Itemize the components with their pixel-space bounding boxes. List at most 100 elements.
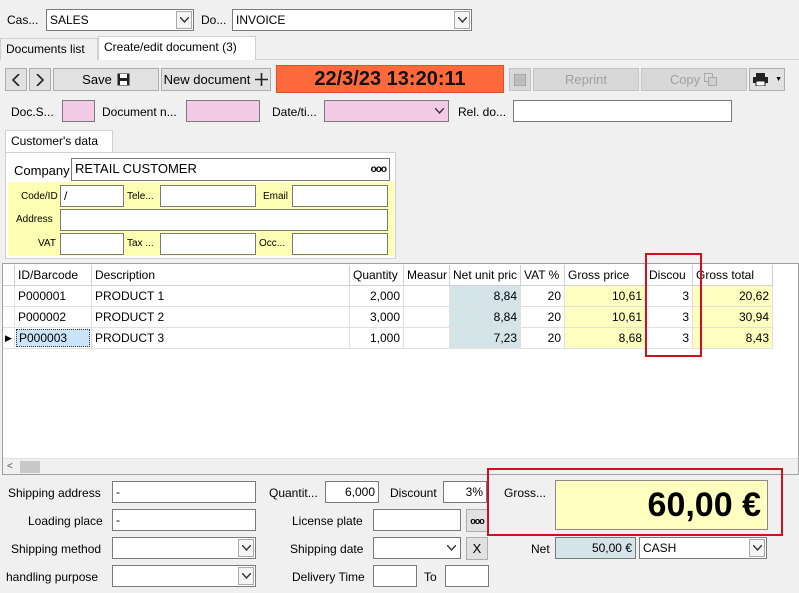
shipping-address-input[interactable]: - — [112, 481, 256, 503]
license-plate-input[interactable] — [373, 509, 461, 531]
chevron-down-icon[interactable] — [238, 539, 254, 557]
address-input[interactable] — [60, 209, 388, 231]
telephone-label: Tele... — [127, 191, 154, 202]
net-total-label: Net — [531, 542, 550, 556]
delivery-time-from-input[interactable] — [373, 565, 417, 587]
chevron-down-icon[interactable] — [176, 11, 192, 29]
clear-date-button[interactable]: X — [466, 537, 488, 560]
tab-create-edit-document[interactable]: Create/edit document (3) — [98, 36, 256, 60]
row-indicator-header — [3, 265, 15, 286]
payment-method-value: CASH — [643, 541, 677, 555]
save-button[interactable]: Save — [53, 68, 159, 91]
cell-measure[interactable] — [404, 328, 450, 349]
occupation-label: Occ... — [259, 238, 286, 249]
header-measure[interactable]: Measur — [404, 265, 450, 286]
more-options-icon[interactable]: ooo — [371, 162, 387, 178]
discount-label: Discount — [390, 486, 437, 500]
header-gross-total[interactable]: Gross total — [693, 265, 773, 286]
current-row-arrow-icon[interactable]: ▶ — [3, 328, 15, 349]
header-gross-price[interactable]: Gross price — [565, 265, 646, 286]
disabled-toggle-button[interactable] — [509, 68, 531, 91]
chevron-down-icon[interactable] — [443, 539, 459, 557]
print-dropdown-icon[interactable]: ▼ — [775, 76, 782, 83]
cell-gross-total[interactable]: 20,62 — [693, 286, 773, 307]
cell-description[interactable]: PRODUCT 3 — [92, 328, 350, 349]
loading-place-input[interactable]: - — [112, 509, 256, 531]
quantity-label: Quantit... — [269, 486, 318, 500]
cell-quantity[interactable]: 1,000 — [350, 328, 404, 349]
cell-vat[interactable]: 20 — [521, 307, 565, 328]
header-quantity[interactable]: Quantity — [350, 265, 404, 286]
handling-purpose-label: handling purpose — [6, 570, 99, 584]
previous-button[interactable] — [5, 68, 27, 91]
header-net-unit-price[interactable]: Net unit pric — [450, 265, 521, 286]
license-plate-lookup-button[interactable]: ooo — [466, 509, 488, 532]
license-plate-label: License plate — [292, 514, 363, 528]
chevron-down-icon[interactable] — [749, 539, 765, 557]
cell-measure[interactable] — [404, 307, 450, 328]
cell-vat[interactable]: 20 — [521, 328, 565, 349]
print-button[interactable]: ▼ — [749, 68, 785, 91]
copy-button[interactable]: Copy — [641, 68, 747, 91]
telephone-input[interactable] — [160, 185, 256, 207]
header-id-barcode[interactable]: ID/Barcode — [15, 265, 92, 286]
email-input[interactable] — [292, 185, 388, 207]
document-number-input[interactable] — [186, 100, 260, 122]
cell-description[interactable]: PRODUCT 2 — [92, 307, 350, 328]
cash-register-select[interactable]: SALES — [46, 9, 194, 31]
cell-measure[interactable] — [404, 286, 450, 307]
doc-series-label: Doc.S... — [11, 105, 54, 119]
cell-gross-total[interactable]: 8,43 — [693, 328, 773, 349]
handling-purpose-select[interactable] — [112, 565, 256, 587]
row-indicator[interactable] — [3, 307, 15, 328]
selected-cell-value[interactable]: P000003 — [16, 329, 90, 347]
shipping-method-select[interactable] — [112, 537, 256, 559]
cell-id-barcode[interactable]: P000001 — [15, 286, 92, 307]
header-vat[interactable]: VAT % — [521, 265, 565, 286]
reprint-button[interactable]: Reprint — [533, 68, 639, 91]
document-type-select[interactable]: INVOICE — [232, 9, 472, 31]
cell-gross-price[interactable]: 10,61 — [565, 307, 646, 328]
code-id-input[interactable]: / — [60, 185, 124, 207]
vat-input[interactable] — [60, 233, 124, 255]
customer-data-tab[interactable]: Customer's data — [5, 130, 113, 154]
header-description[interactable]: Description — [92, 265, 350, 286]
chevron-down-icon[interactable] — [431, 102, 447, 120]
scroll-thumb[interactable] — [20, 461, 40, 473]
date-time-picker[interactable] — [324, 100, 449, 122]
company-input[interactable]: RETAIL CUSTOMER ooo — [71, 158, 390, 181]
cash-register-label: Cas... — [7, 13, 39, 27]
cell-net-unit-price[interactable]: 8,84 — [450, 286, 521, 307]
related-document-input[interactable] — [513, 100, 732, 122]
chevron-down-icon[interactable] — [238, 567, 254, 585]
tab-documents-list[interactable]: Documents list — [0, 38, 98, 60]
delivery-time-to-input[interactable] — [445, 565, 489, 587]
cell-quantity[interactable]: 3,000 — [350, 307, 404, 328]
cell-description[interactable]: PRODUCT 1 — [92, 286, 350, 307]
cell-gross-total[interactable]: 30,94 — [693, 307, 773, 328]
discount-input[interactable]: 3% — [443, 481, 487, 503]
net-total-display: 50,00 € — [555, 537, 636, 559]
cell-net-unit-price[interactable]: 7,23 — [450, 328, 521, 349]
scroll-left-icon[interactable]: < — [7, 461, 13, 472]
row-indicator[interactable] — [3, 286, 15, 307]
cell-id-barcode[interactable]: P000002 — [15, 307, 92, 328]
payment-method-select[interactable]: CASH — [639, 537, 767, 559]
cell-vat[interactable]: 20 — [521, 286, 565, 307]
next-button[interactable] — [29, 68, 51, 91]
square-icon — [514, 73, 526, 86]
new-document-button[interactable]: New document — [161, 68, 271, 91]
doc-series-input[interactable] — [62, 100, 95, 122]
gross-total-highlight — [487, 468, 783, 536]
chevron-down-icon[interactable] — [454, 11, 470, 29]
address-label: Address — [16, 214, 53, 225]
cell-quantity[interactable]: 2,000 — [350, 286, 404, 307]
cell-net-unit-price[interactable]: 8,84 — [450, 307, 521, 328]
cell-gross-price[interactable]: 10,61 — [565, 286, 646, 307]
occupation-input[interactable] — [292, 233, 388, 255]
cell-gross-price[interactable]: 8,68 — [565, 328, 646, 349]
chevron-left-icon — [12, 73, 20, 86]
shipping-date-picker[interactable] — [373, 537, 461, 559]
tax-office-input[interactable] — [160, 233, 256, 255]
cell-id-barcode[interactable]: P000003 — [15, 328, 92, 349]
